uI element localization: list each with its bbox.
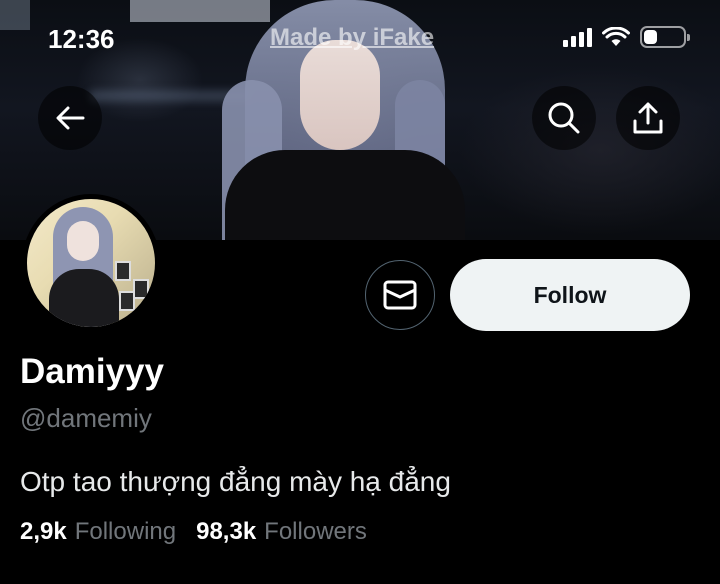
banner-sign — [0, 0, 30, 30]
display-name: Damiyyy — [20, 352, 164, 391]
message-button[interactable] — [365, 260, 435, 330]
user-handle: @damemiy — [20, 403, 152, 433]
following-count: 2,9k — [20, 518, 67, 545]
avatar-photo-frame — [115, 261, 131, 281]
followers-label: Followers — [264, 518, 367, 545]
status-icons — [563, 26, 690, 48]
status-time: 12:36 — [48, 24, 115, 54]
search-icon — [548, 102, 580, 134]
followers-link[interactable]: 98,3k Followers — [196, 518, 367, 546]
banner-sign — [130, 0, 270, 22]
share-button[interactable] — [616, 86, 680, 150]
cellular-signal-icon — [563, 27, 592, 47]
battery-icon — [640, 26, 690, 48]
profile-bio: Otp tao thượng đẳng mày hạ đẳng — [20, 466, 451, 497]
arrow-left-icon — [56, 106, 85, 130]
avatar-person-body — [49, 269, 119, 327]
followers-count: 98,3k — [196, 518, 257, 545]
watermark-text: Made by iFake — [270, 24, 435, 51]
search-button[interactable] — [532, 86, 596, 150]
avatar-photo-frame — [119, 291, 135, 311]
banner-person-body — [225, 150, 465, 240]
follow-button[interactable]: Follow — [450, 259, 690, 331]
battery-level — [644, 30, 658, 44]
following-link[interactable]: 2,9k Following — [20, 518, 176, 546]
follow-stats: 2,9k Following 98,3k Followers — [20, 518, 367, 546]
back-button[interactable] — [38, 86, 102, 150]
avatar[interactable] — [22, 194, 160, 332]
following-label: Following — [74, 518, 177, 545]
share-upload-icon — [633, 102, 663, 134]
banner-person-face — [300, 40, 380, 150]
wifi-icon — [602, 27, 630, 46]
avatar-photo-frame — [133, 279, 149, 299]
avatar-person-face — [67, 221, 99, 261]
envelope-icon — [383, 280, 417, 310]
